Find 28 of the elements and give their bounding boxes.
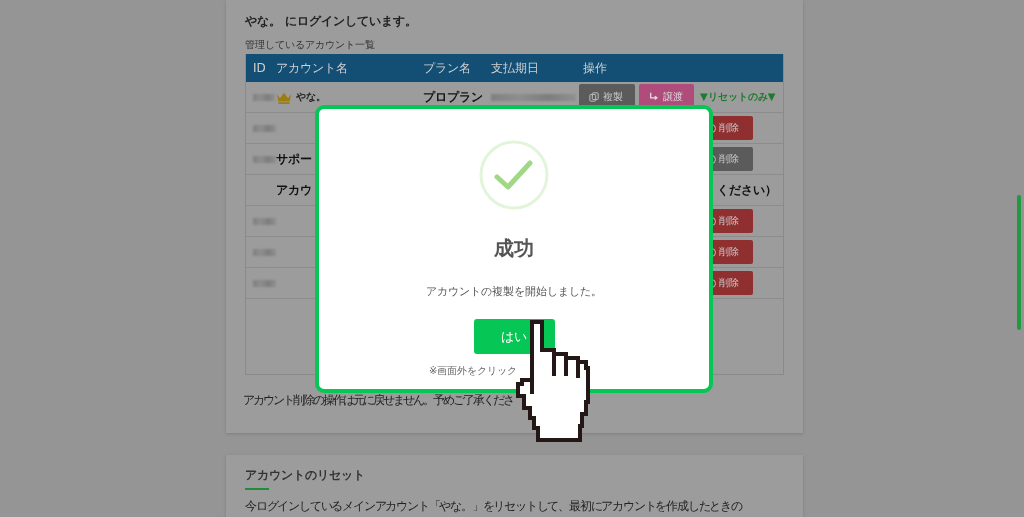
scrollbar-thumb[interactable] <box>1017 195 1021 330</box>
blurred-text <box>253 93 275 101</box>
footnote: アカウント削除の操作は元に戻せません。予めご了承くださ <box>243 392 514 409</box>
blurred-text <box>253 248 276 256</box>
account-name: サポー <box>276 150 312 168</box>
column-header: アカウント名 <box>276 59 349 77</box>
check-circle-icon <box>478 139 550 211</box>
crown-icon <box>276 90 292 104</box>
blurred-text <box>253 279 276 287</box>
note-text: アカウ <box>276 181 312 199</box>
login-status: やな。 にログインしています。 <box>245 13 419 30</box>
dialog-message: アカウントの複製を開始しました。 <box>426 284 602 299</box>
blurred-text <box>253 217 276 225</box>
plan-name: プロプラン <box>423 88 483 106</box>
column-header: 操作 <box>582 59 608 77</box>
column-header: 支払期日 <box>490 59 540 77</box>
account-name: やな。 <box>296 90 326 104</box>
blurred-text <box>253 124 276 132</box>
arrow-icon <box>649 92 659 102</box>
blurred-text <box>253 155 276 163</box>
dialog-hint: ※画面外をクリック <box>429 364 518 378</box>
section-title: アカウントのリセット <box>245 467 366 484</box>
copy-icon <box>589 92 599 102</box>
column-header: プラン名 <box>422 59 472 77</box>
note-text: ください） <box>717 181 777 199</box>
dialog-title: 成功 <box>494 235 534 262</box>
column-header: ID <box>252 61 267 75</box>
reset-description: 今ログインしているメインアカウント「やな。」をリセットして、最初にアカウントを作成したときの <box>245 498 744 515</box>
